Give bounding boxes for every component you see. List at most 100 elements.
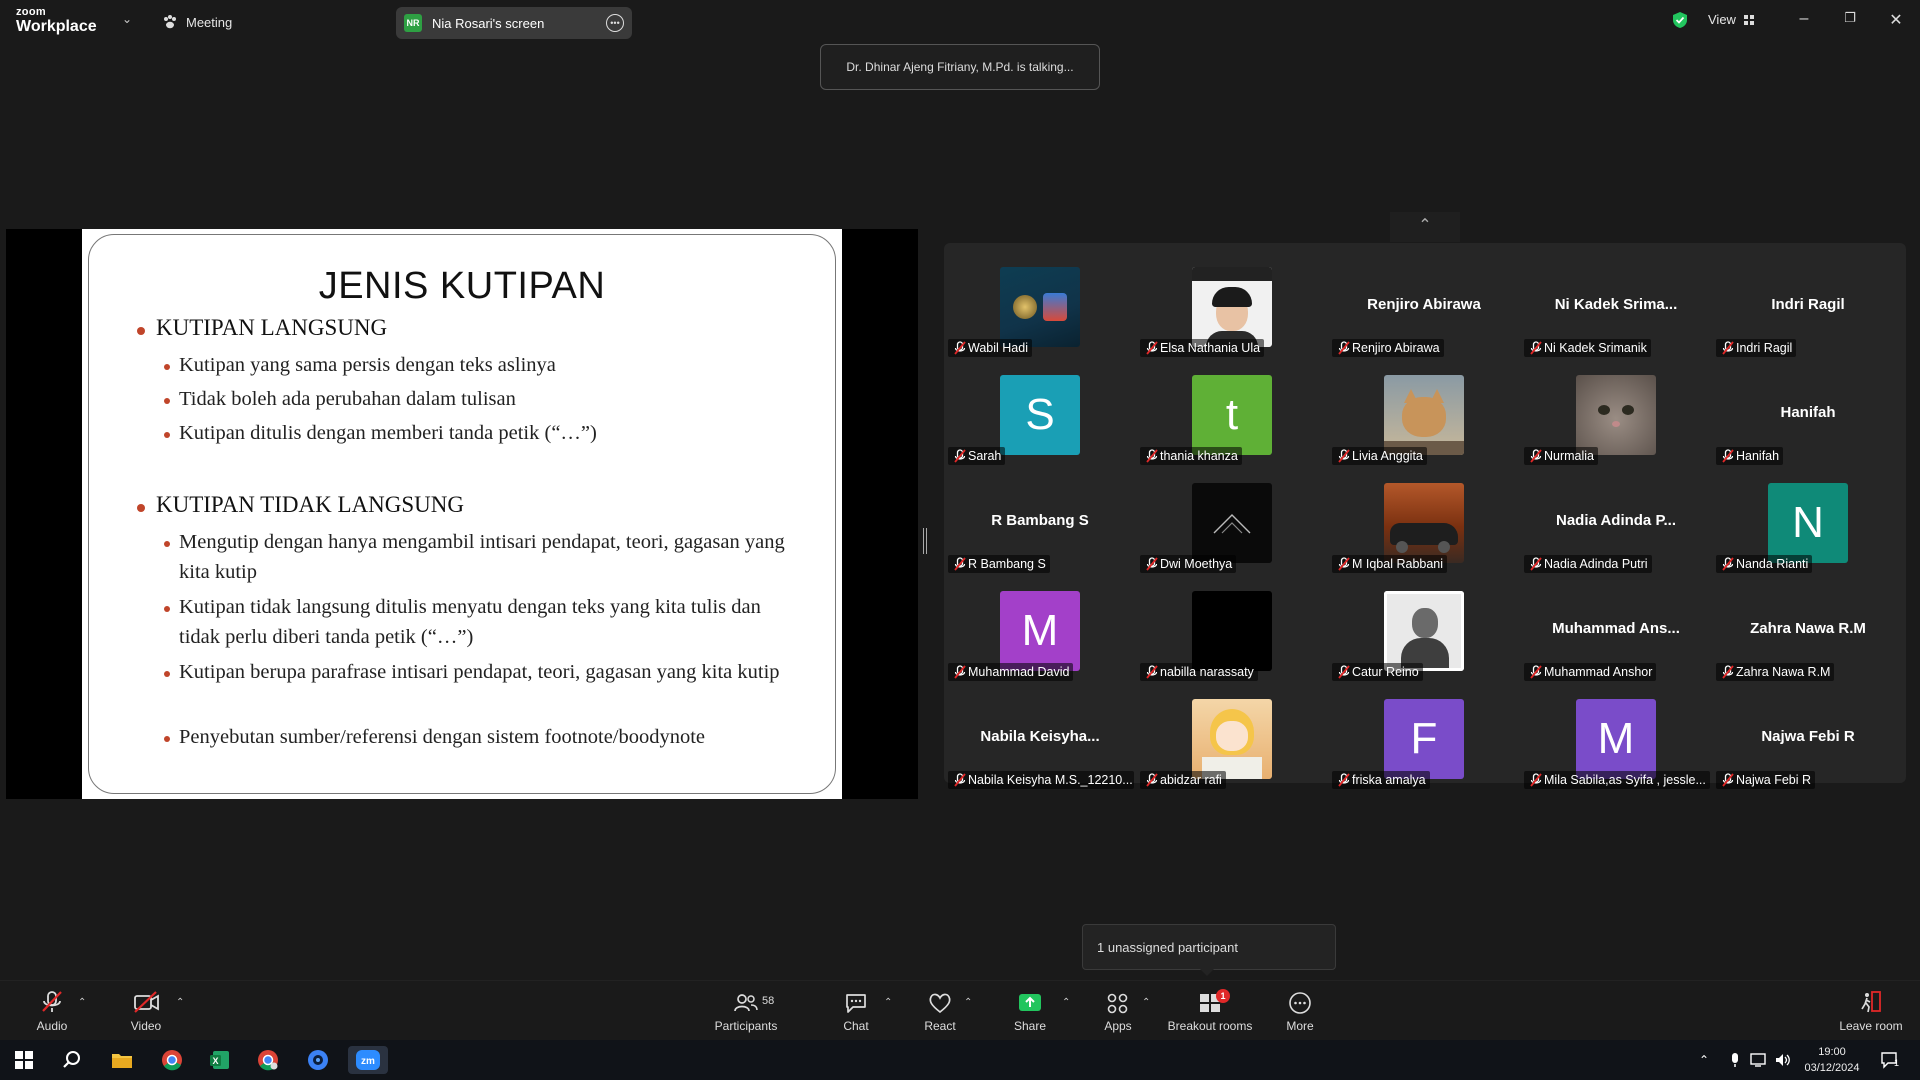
participant-name-label: Nabila Keisyha M.S._12210... <box>948 771 1134 789</box>
apps-label: Apps <box>1104 1019 1132 1033</box>
participant-tile[interactable]: S Sarah <box>944 359 1136 467</box>
view-label: View <box>1708 12 1736 27</box>
participant-tile[interactable]: Elsa Nathania Ula <box>1136 251 1328 359</box>
participant-tile[interactable]: Zahra Nawa R.M Zahra Nawa R.M <box>1712 575 1904 683</box>
clock-time: 19:00 <box>1818 1046 1846 1058</box>
participant-tile[interactable]: Catur Reino <box>1328 575 1520 683</box>
excel-icon[interactable]: X <box>202 1046 238 1074</box>
popup-caret <box>1200 969 1214 976</box>
more-options-icon[interactable]: ••• <box>606 14 624 32</box>
zoom-workplace-logo: Workplace <box>16 18 97 35</box>
participant-tile[interactable]: Nadia Adinda P... Nadia Adinda Putri <box>1520 467 1712 575</box>
video-off-icon <box>134 991 159 1013</box>
participant-name: Nanda Rianti <box>1736 557 1809 571</box>
video-options-caret[interactable]: ⌃ <box>176 997 184 1008</box>
participant-tile[interactable]: Indri Ragil Indri Ragil <box>1712 251 1904 359</box>
show-hidden-icons-caret[interactable]: ⌃ <box>1694 1046 1714 1074</box>
microphone-muted-icon <box>954 665 966 681</box>
participant-tile[interactable]: abidzar rafi <box>1136 683 1328 791</box>
leave-room-button[interactable]: Leave room <box>1836 981 1906 1039</box>
share-button[interactable]: Share <box>1012 981 1048 1039</box>
chrome-profile-icon[interactable] <box>250 1046 286 1074</box>
security-shield-icon[interactable] <box>1672 11 1688 29</box>
more-icon <box>1289 992 1311 1014</box>
participant-tile[interactable]: M Muhammad David <box>944 575 1136 683</box>
participant-tile[interactable]: Muhammad Ans... Muhammad Anshor <box>1520 575 1712 683</box>
zoom-logo-small: zoom <box>16 6 46 18</box>
avatar-photo <box>1384 591 1464 671</box>
video-label: Video <box>130 1019 162 1033</box>
participant-name: Wabil Hadi <box>968 341 1028 355</box>
microphone-muted-icon <box>1530 665 1542 681</box>
participants-count: 58 <box>762 995 775 1007</box>
unassigned-participant-popup[interactable]: 1 unassigned participant <box>1082 924 1336 970</box>
audio-button[interactable]: Audio <box>32 981 72 1039</box>
volume-icon[interactable] <box>1772 1046 1794 1074</box>
avatar-photo <box>1192 591 1272 671</box>
participant-tile[interactable]: Najwa Febi R Najwa Febi R <box>1712 683 1904 791</box>
participant-tile[interactable]: M Iqbal Rabbani <box>1328 467 1520 575</box>
participant-tile[interactable]: N Nanda Rianti <box>1712 467 1904 575</box>
search-icon[interactable] <box>54 1046 90 1074</box>
tray-microphone-icon[interactable] <box>1724 1046 1746 1074</box>
participant-name: friska amalya <box>1352 773 1426 787</box>
participant-name-label: Najwa Febi R <box>1716 771 1816 789</box>
apps-options-caret[interactable]: ⌃ <box>1142 997 1150 1008</box>
participant-tile[interactable]: Ffriska amalya <box>1328 683 1520 791</box>
video-button[interactable]: Video <box>126 981 166 1039</box>
apps-button[interactable]: Apps <box>1100 981 1136 1039</box>
react-button[interactable]: React <box>922 981 958 1039</box>
restore-icon[interactable]: ❐ <box>1838 10 1862 26</box>
participant-tile[interactable]: Dwi Moethya <box>1136 467 1328 575</box>
browser-app-icon[interactable] <box>300 1046 336 1074</box>
participant-tile[interactable]: nabilla narassaty <box>1136 575 1328 683</box>
microphone-muted-icon <box>954 773 966 789</box>
shared-screen-pill[interactable]: NR Nia Rosari's screen ••• <box>396 7 632 39</box>
minimize-icon[interactable]: – <box>1792 10 1816 28</box>
file-explorer-icon[interactable] <box>104 1046 140 1074</box>
meeting-menu-button[interactable]: Meeting <box>162 12 232 32</box>
participant-tile[interactable]: R Bambang S R Bambang S <box>944 467 1136 575</box>
bullet-icon <box>164 432 170 438</box>
avatar: M <box>1576 699 1656 779</box>
slide-bullet: Mengutip dengan hanya mengambil intisari… <box>179 531 785 583</box>
participant-tile[interactable]: Nurmalia <box>1520 359 1712 467</box>
participant-name-label: Catur Reino <box>1332 663 1423 681</box>
avatar: N <box>1768 483 1848 563</box>
share-options-caret[interactable]: ⌃ <box>1062 997 1070 1008</box>
chat-options-caret[interactable]: ⌃ <box>884 997 892 1008</box>
participant-name: Muhammad Anshor <box>1544 665 1653 679</box>
participant-tile[interactable]: Livia Anggita <box>1328 359 1520 467</box>
view-button[interactable]: View <box>1708 12 1754 27</box>
close-icon[interactable]: ✕ <box>1884 10 1908 30</box>
breakout-rooms-button[interactable]: Breakout rooms <box>1166 981 1254 1039</box>
react-options-caret[interactable]: ⌃ <box>964 997 972 1008</box>
system-clock[interactable]: 19:00 03/12/2024 <box>1796 1044 1868 1076</box>
audio-options-caret[interactable]: ⌃ <box>78 997 86 1008</box>
panel-resize-handle[interactable] <box>923 528 927 554</box>
more-button[interactable]: More <box>1282 981 1318 1039</box>
windows-start-icon[interactable] <box>6 1046 42 1074</box>
microphone-muted-icon <box>1338 665 1350 681</box>
microphone-muted-icon <box>1530 341 1542 357</box>
network-icon[interactable] <box>1748 1046 1770 1074</box>
chat-button[interactable]: Chat <box>838 981 874 1039</box>
avatar-photo <box>1576 375 1656 455</box>
participant-tile[interactable]: Renjiro Abirawa Renjiro Abirawa <box>1328 251 1520 359</box>
participant-tile[interactable]: Nabila Keisyha... Nabila Keisyha M.S._122… <box>944 683 1136 791</box>
participant-name-label: Nanda Rianti <box>1716 555 1813 573</box>
participant-tile[interactable]: M Mila Sabila,as Syifa , jessle... <box>1520 683 1712 791</box>
zoom-taskbar-icon[interactable]: zm <box>348 1046 388 1074</box>
participant-name: Nabila Keisyha M.S._12210... <box>968 773 1133 787</box>
chrome-icon[interactable] <box>154 1046 190 1074</box>
participant-tile[interactable]: Wabil Hadi <box>944 251 1136 359</box>
participants-icon <box>734 994 758 1012</box>
participant-tile[interactable]: Hanifah Hanifah <box>1712 359 1904 467</box>
participant-tile[interactable]: t thania khanza <box>1136 359 1328 467</box>
notification-center-icon[interactable]: 1 <box>1876 1046 1904 1074</box>
bullet-icon <box>164 736 170 742</box>
participant-tile[interactable]: Ni Kadek Srima... Ni Kadek Srimanik <box>1520 251 1712 359</box>
chevron-down-icon[interactable]: ⌄ <box>122 12 132 26</box>
collapse-gallery-button[interactable]: ⌃ <box>1390 212 1460 242</box>
participants-button[interactable]: Participants <box>712 981 780 1039</box>
